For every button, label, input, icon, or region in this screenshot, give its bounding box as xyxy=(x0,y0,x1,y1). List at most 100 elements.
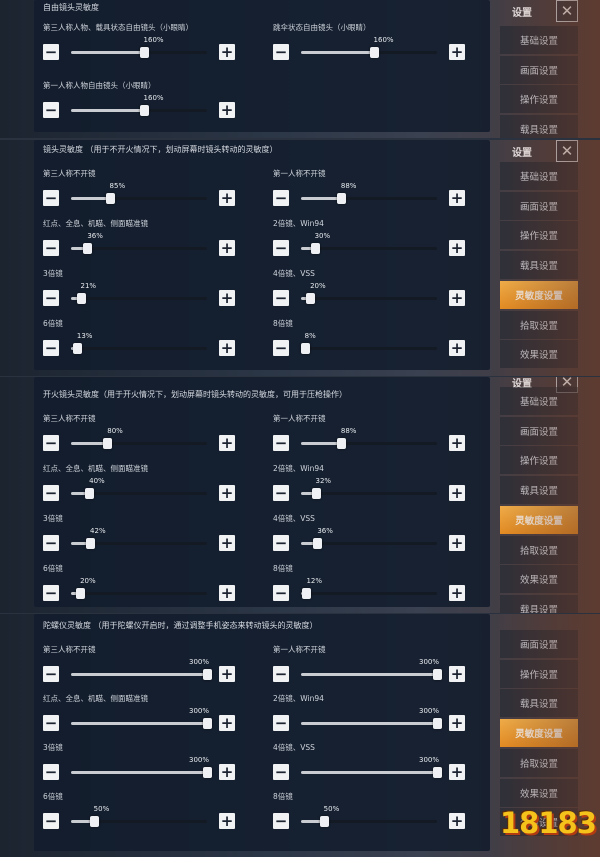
sidebar-item[interactable]: 画面设置 xyxy=(500,191,578,220)
sidebar-item[interactable]: 载具设置 xyxy=(500,251,578,280)
increase-button[interactable]: + xyxy=(449,666,465,682)
decrease-button[interactable]: − xyxy=(43,666,59,682)
increase-button[interactable]: + xyxy=(219,813,235,829)
slider-thumb[interactable] xyxy=(89,816,99,827)
sensitivity-slider[interactable] xyxy=(71,538,207,549)
sensitivity-slider[interactable] xyxy=(301,816,437,827)
sensitivity-slider[interactable] xyxy=(301,438,437,449)
slider-thumb[interactable] xyxy=(336,193,346,204)
sidebar-item[interactable]: 载具设置 xyxy=(500,689,578,718)
decrease-button[interactable]: − xyxy=(43,764,59,780)
sidebar-item[interactable]: 画面设置 xyxy=(500,55,578,84)
decrease-button[interactable]: − xyxy=(273,44,289,60)
sidebar-item[interactable]: 操作设置 xyxy=(500,221,578,250)
sidebar-item[interactable]: 操作设置 xyxy=(500,446,578,475)
sensitivity-slider[interactable] xyxy=(301,588,437,599)
decrease-button[interactable]: − xyxy=(43,240,59,256)
sidebar-item[interactable]: 效果设置 xyxy=(500,340,578,369)
decrease-button[interactable]: − xyxy=(43,340,59,356)
close-icon[interactable]: ✕ xyxy=(556,377,578,393)
decrease-button[interactable]: − xyxy=(273,290,289,306)
sensitivity-slider[interactable] xyxy=(71,669,212,680)
decrease-button[interactable]: − xyxy=(273,435,289,451)
slider-thumb[interactable] xyxy=(203,669,212,680)
slider-thumb[interactable] xyxy=(311,488,321,499)
slider-thumb[interactable] xyxy=(433,767,442,778)
increase-button[interactable]: + xyxy=(449,44,465,60)
slider-thumb[interactable] xyxy=(319,816,329,827)
sensitivity-slider[interactable] xyxy=(71,767,212,778)
decrease-button[interactable]: − xyxy=(273,535,289,551)
sidebar-item[interactable]: 基础设置 xyxy=(500,26,578,54)
sensitivity-slider[interactable] xyxy=(71,293,207,304)
slider-thumb[interactable] xyxy=(103,438,113,449)
sensitivity-slider[interactable] xyxy=(71,243,207,254)
sensitivity-slider[interactable] xyxy=(71,588,207,599)
sensitivity-slider[interactable] xyxy=(71,718,212,729)
sensitivity-slider[interactable] xyxy=(301,538,437,549)
increase-button[interactable]: + xyxy=(219,535,235,551)
sidebar-item-active[interactable]: 灵敏度设置 xyxy=(500,505,578,534)
sensitivity-slider[interactable] xyxy=(301,293,437,304)
sensitivity-slider[interactable] xyxy=(301,669,442,680)
decrease-button[interactable]: − xyxy=(273,813,289,829)
decrease-button[interactable]: − xyxy=(43,435,59,451)
increase-button[interactable]: + xyxy=(219,666,235,682)
increase-button[interactable]: + xyxy=(449,340,465,356)
decrease-button[interactable]: − xyxy=(43,715,59,731)
sidebar-item[interactable]: 载具设置 xyxy=(500,115,578,138)
slider-thumb[interactable] xyxy=(83,243,93,254)
sidebar-item[interactable]: 画面设置 xyxy=(500,416,578,445)
slider-thumb[interactable] xyxy=(76,293,86,304)
increase-button[interactable]: + xyxy=(219,190,235,206)
slider-thumb[interactable] xyxy=(302,588,312,599)
decrease-button[interactable]: − xyxy=(43,44,59,60)
sidebar-item[interactable]: 拾取设置 xyxy=(500,535,578,564)
close-icon[interactable]: ✕ xyxy=(556,0,578,22)
decrease-button[interactable]: − xyxy=(43,190,59,206)
increase-button[interactable]: + xyxy=(449,585,465,601)
sidebar-item[interactable]: 效果设置 xyxy=(500,565,578,594)
slider-thumb[interactable] xyxy=(300,343,310,354)
decrease-button[interactable]: − xyxy=(43,535,59,551)
sidebar-item[interactable]: 画面设置 xyxy=(500,630,578,658)
sidebar-item[interactable]: 基础设置 xyxy=(500,387,578,415)
increase-button[interactable]: + xyxy=(219,435,235,451)
increase-button[interactable]: + xyxy=(219,485,235,501)
sidebar-item[interactable]: 载具设置 xyxy=(500,476,578,505)
slider-thumb[interactable] xyxy=(203,718,212,729)
increase-button[interactable]: + xyxy=(219,44,235,60)
sidebar-item-active[interactable]: 灵敏度设置 xyxy=(500,280,578,309)
slider-thumb[interactable] xyxy=(313,538,323,549)
sensitivity-slider[interactable] xyxy=(301,193,437,204)
slider-thumb[interactable] xyxy=(203,767,212,778)
sensitivity-slider[interactable] xyxy=(71,47,207,58)
increase-button[interactable]: + xyxy=(449,290,465,306)
increase-button[interactable]: + xyxy=(219,290,235,306)
sensitivity-slider[interactable] xyxy=(71,105,207,116)
sensitivity-slider[interactable] xyxy=(301,47,437,58)
slider-thumb[interactable] xyxy=(433,669,442,680)
decrease-button[interactable]: − xyxy=(273,190,289,206)
increase-button[interactable]: + xyxy=(449,485,465,501)
slider-thumb[interactable] xyxy=(306,293,316,304)
increase-button[interactable]: + xyxy=(219,102,235,118)
increase-button[interactable]: + xyxy=(219,585,235,601)
decrease-button[interactable]: − xyxy=(43,290,59,306)
sidebar-item-active[interactable]: 灵敏度设置 xyxy=(500,719,578,748)
sidebar-item[interactable]: 拾取设置 xyxy=(500,748,578,777)
sensitivity-slider[interactable] xyxy=(71,488,207,499)
decrease-button[interactable]: − xyxy=(43,102,59,118)
decrease-button[interactable]: − xyxy=(43,485,59,501)
sidebar-item[interactable]: 载具设置 xyxy=(500,594,578,613)
increase-button[interactable]: + xyxy=(449,813,465,829)
slider-thumb[interactable] xyxy=(85,488,95,499)
decrease-button[interactable]: − xyxy=(273,485,289,501)
sidebar-item[interactable]: 拾取设置 xyxy=(500,310,578,339)
increase-button[interactable]: + xyxy=(449,535,465,551)
sensitivity-slider[interactable] xyxy=(301,488,437,499)
slider-thumb[interactable] xyxy=(310,243,320,254)
close-icon[interactable]: ✕ xyxy=(556,140,578,162)
sensitivity-slider[interactable] xyxy=(71,343,207,354)
decrease-button[interactable]: − xyxy=(273,340,289,356)
